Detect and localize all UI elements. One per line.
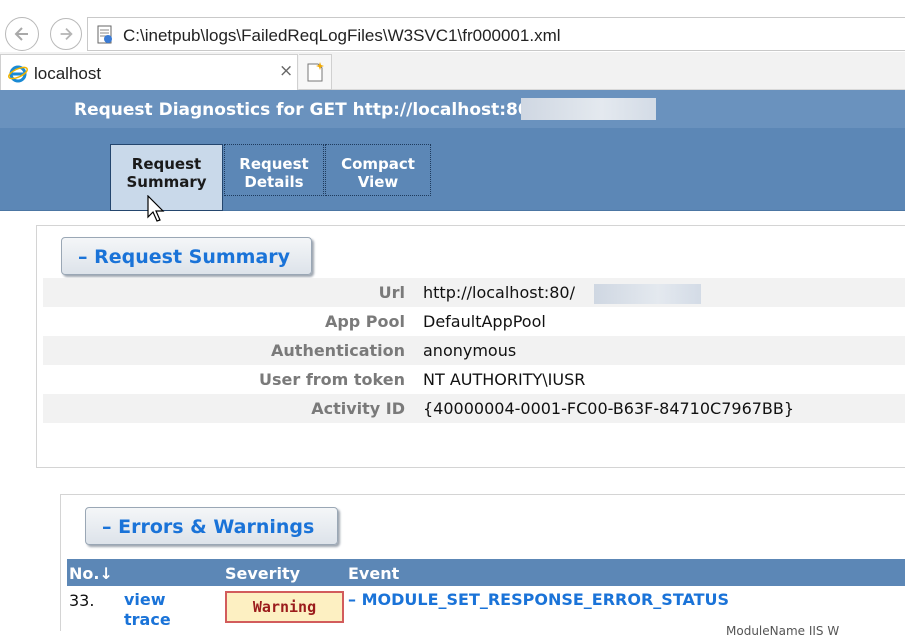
event-name-toggle[interactable]: – MODULE_SET_RESPONSE_ERROR_STATUS xyxy=(348,590,729,609)
event-detail-text: ModuleName IIS W xyxy=(726,624,840,638)
close-tab-icon[interactable]: × xyxy=(279,61,293,81)
event-number: 33. xyxy=(69,591,95,610)
column-header-severity[interactable]: Severity xyxy=(225,564,300,583)
tab-compact-view[interactable]: Compact View xyxy=(325,144,431,196)
column-header-no[interactable]: No.↓ xyxy=(69,564,113,583)
tab-bar: localhost × xyxy=(0,52,905,90)
back-button[interactable] xyxy=(5,17,39,51)
row-key: App Pool xyxy=(324,312,405,331)
redacted-region xyxy=(594,284,701,304)
severity-badge: Warning xyxy=(225,591,344,623)
column-header-event[interactable]: Event xyxy=(348,564,399,583)
ie-icon xyxy=(8,65,28,83)
browser-tab[interactable]: localhost × xyxy=(0,54,298,90)
page-title: Request Diagnostics for GET http://local… xyxy=(74,100,530,120)
back-icon xyxy=(14,27,28,41)
redacted-region xyxy=(521,98,656,120)
row-value: anonymous xyxy=(423,341,517,360)
address-input[interactable]: C:\inetpub\logs\FailedReqLogFiles\W3SVC1… xyxy=(87,17,905,51)
summary-row-url: Url http://localhost:80/ xyxy=(43,278,905,307)
header-title-row: Request Diagnostics for GET http://local… xyxy=(0,90,905,128)
page-header: Request Diagnostics for GET http://local… xyxy=(0,90,905,211)
forward-icon xyxy=(60,27,73,41)
row-key: Activity ID xyxy=(311,399,405,418)
summary-row-authentication: Authentication anonymous xyxy=(43,336,905,365)
row-value: {40000004-0001-FC00-B63F-84710C7967BB} xyxy=(423,399,795,418)
events-table-header: No.↓ Severity Event xyxy=(67,559,905,586)
row-key: Authentication xyxy=(271,341,405,360)
request-summary-toggle[interactable]: – Request Summary xyxy=(61,237,312,275)
row-key: User from token xyxy=(258,370,405,389)
errors-warnings-panel: – Errors & Warnings No.↓ Severity Event … xyxy=(60,494,905,638)
forward-button[interactable] xyxy=(50,18,82,50)
section-title: – Errors & Warnings xyxy=(102,516,315,538)
tab-request-details[interactable]: Request Details xyxy=(224,144,324,196)
address-text: C:\inetpub\logs\FailedReqLogFiles\W3SVC1… xyxy=(123,26,561,45)
row-value: http://localhost:80/ xyxy=(423,283,575,302)
summary-row-activity-id: Activity ID {40000004-0001-FC00-B63F-847… xyxy=(43,394,905,423)
summary-row-user-from-token: User from token NT AUTHORITY\IUSR xyxy=(43,365,905,394)
new-tab-button[interactable] xyxy=(299,54,332,90)
errors-warnings-toggle[interactable]: – Errors & Warnings xyxy=(85,507,338,545)
address-bar-area: C:\inetpub\logs\FailedReqLogFiles\W3SVC1… xyxy=(0,0,905,52)
tab-label: Compact View xyxy=(341,155,415,191)
tab-title: localhost xyxy=(34,64,102,83)
section-title: – Request Summary xyxy=(78,246,291,268)
tab-label: Request Details xyxy=(239,155,309,191)
view-trace-link[interactable]: view trace xyxy=(124,590,194,630)
document-icon xyxy=(97,25,112,44)
tab-label: Request Summary xyxy=(126,155,207,191)
mouse-cursor-icon xyxy=(147,195,165,222)
row-value: DefaultAppPool xyxy=(423,312,546,331)
row-key: Url xyxy=(378,283,405,302)
summary-row-app-pool: App Pool DefaultAppPool xyxy=(43,307,905,336)
new-tab-icon xyxy=(307,62,324,82)
request-summary-panel: – Request Summary Url http://localhost:8… xyxy=(36,225,905,468)
row-value: NT AUTHORITY\IUSR xyxy=(423,370,586,389)
